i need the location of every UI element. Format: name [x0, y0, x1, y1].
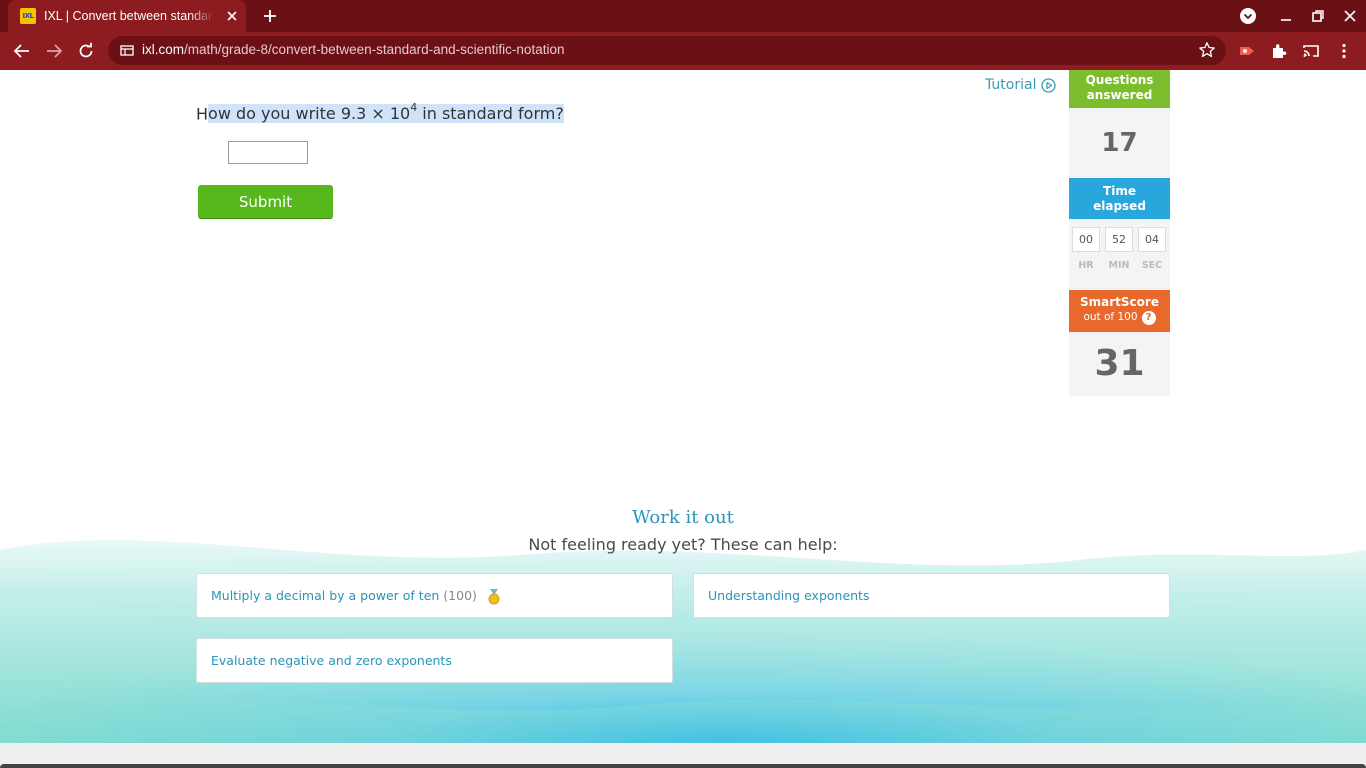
new-tab-button[interactable] — [258, 4, 282, 28]
cast-icon[interactable] — [1301, 41, 1321, 61]
timer-minutes-label: MIN — [1108, 260, 1130, 271]
ixl-favicon-icon: IXL — [20, 8, 36, 24]
play-circle-icon — [1041, 77, 1057, 93]
browser-toolbar: ixl.com/math/grade-8/convert-between-sta… — [0, 32, 1366, 70]
tab-search-icon[interactable] — [1237, 6, 1259, 26]
skill-label: Multiply a decimal by a power of ten — [211, 588, 440, 603]
timer-hours: 00 — [1072, 227, 1100, 252]
skill-link-understanding-exponents[interactable]: Understanding exponents — [693, 573, 1170, 618]
smartscore-header: SmartScore out of 100? — [1069, 290, 1170, 332]
smartscore-value: 31 — [1069, 332, 1170, 396]
time-elapsed-timer: 00 52 04 HR MIN SEC — [1069, 219, 1170, 290]
back-arrow-icon[interactable] — [10, 39, 34, 63]
timer-seconds-label: SEC — [1141, 260, 1163, 271]
submit-button[interactable]: Submit — [198, 185, 333, 218]
tutorial-label: Tutorial — [985, 77, 1037, 93]
close-window-icon[interactable] — [1339, 6, 1361, 26]
work-it-out-title: Work it out — [632, 507, 734, 528]
extensions-puzzle-icon[interactable] — [1269, 41, 1289, 61]
browser-tab[interactable]: IXL IXL | Convert between standard and s… — [8, 0, 246, 32]
address-bar[interactable]: ixl.com/math/grade-8/convert-between-sta… — [108, 36, 1226, 65]
stats-panel: Questions answered 17 Time elapsed 00 52… — [1069, 70, 1170, 396]
reload-icon[interactable] — [74, 39, 98, 63]
tab-close-icon[interactable] — [224, 8, 240, 24]
site-info-icon[interactable] — [120, 43, 134, 57]
restore-window-icon[interactable] — [1307, 6, 1329, 26]
time-elapsed-header: Time elapsed — [1069, 178, 1170, 219]
smartscore-help-icon[interactable]: ? — [1141, 310, 1156, 325]
timer-hours-label: HR — [1078, 260, 1094, 271]
url-text: ixl.com/math/grade-8/convert-between-sta… — [142, 42, 565, 57]
minimize-window-icon[interactable] — [1275, 6, 1297, 26]
skill-label: Understanding exponents — [708, 588, 870, 603]
answer-input[interactable] — [228, 141, 308, 164]
questions-answered-header: Questions answered — [1069, 70, 1170, 108]
question-first-letter: H — [196, 104, 209, 124]
question-text: How do you write 9.3 × 104 in standard f… — [196, 101, 564, 124]
extension-recorder-icon[interactable] — [1237, 41, 1257, 61]
bookmark-star-icon[interactable] — [1198, 41, 1216, 59]
question-highlighted-text: ow do you write 9.3 × 104 in standard fo… — [208, 101, 564, 124]
footer-edge — [0, 764, 1366, 768]
skill-link-evaluate-exponents[interactable]: Evaluate negative and zero exponents — [196, 638, 673, 683]
skill-score: (100) — [443, 588, 477, 603]
forward-arrow-icon[interactable] — [42, 39, 66, 63]
page-content: How do you write 9.3 × 104 in standard f… — [0, 70, 1366, 768]
browser-menu-icon[interactable] — [1334, 41, 1354, 61]
tutorial-link[interactable]: Tutorial — [985, 77, 1057, 93]
question-exponent: 4 — [410, 101, 418, 114]
timer-seconds: 04 — [1138, 227, 1166, 252]
browser-tab-strip: IXL IXL | Convert between standard and s… — [0, 0, 1366, 32]
skill-link-multiply-decimal[interactable]: Multiply a decimal by a power of ten (10… — [196, 573, 673, 618]
questions-answered-count: 17 — [1069, 108, 1170, 178]
tab-title: IXL | Convert between standard and scien… — [44, 9, 214, 23]
work-it-out-subtitle: Not feeling ready yet? These can help: — [528, 535, 838, 554]
skill-label: Evaluate negative and zero exponents — [211, 653, 452, 668]
medal-icon — [488, 588, 500, 604]
timer-minutes: 52 — [1105, 227, 1133, 252]
